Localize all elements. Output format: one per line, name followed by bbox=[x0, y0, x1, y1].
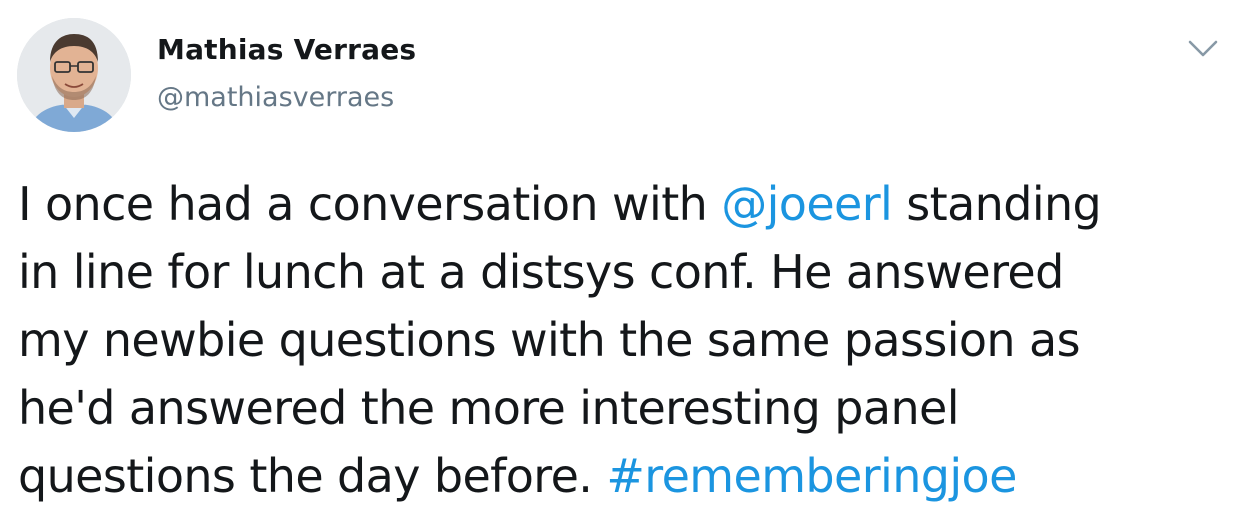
tweet-line-4: he'd answered the more interesting panel bbox=[18, 381, 960, 435]
tweet-card: Mathias Verraes @mathiasverraes I once h… bbox=[0, 0, 1233, 525]
profile-photo-icon bbox=[17, 18, 131, 132]
mention-link[interactable]: @joeerl bbox=[721, 177, 893, 231]
tweet-line-5: questions the day before. #rememberingjo… bbox=[18, 442, 1223, 510]
author-handle[interactable]: @mathiasverraes bbox=[157, 78, 416, 118]
avatar[interactable] bbox=[17, 18, 131, 132]
author-info: Mathias Verraes @mathiasverraes bbox=[157, 30, 416, 118]
tweet-line-1: I once had a conversation with @joeerl s… bbox=[18, 170, 1223, 238]
tweet-text-segment: I once had a conversation with bbox=[18, 177, 722, 231]
chevron-down-icon bbox=[1188, 40, 1218, 57]
tweet-line-3: my newbie questions with the same passio… bbox=[18, 313, 1081, 367]
tweet-menu-button[interactable] bbox=[1186, 36, 1220, 62]
tweet-text-segment: standing bbox=[892, 177, 1102, 231]
tweet-text-segment: questions the day before. bbox=[18, 449, 607, 503]
tweet-line-2: in line for lunch at a distsys conf. He … bbox=[18, 245, 1064, 299]
tweet-text: I once had a conversation with @joeerl s… bbox=[18, 170, 1223, 510]
author-display-name[interactable]: Mathias Verraes bbox=[157, 30, 416, 70]
hashtag-link[interactable]: #rememberingjoe bbox=[606, 449, 1017, 503]
